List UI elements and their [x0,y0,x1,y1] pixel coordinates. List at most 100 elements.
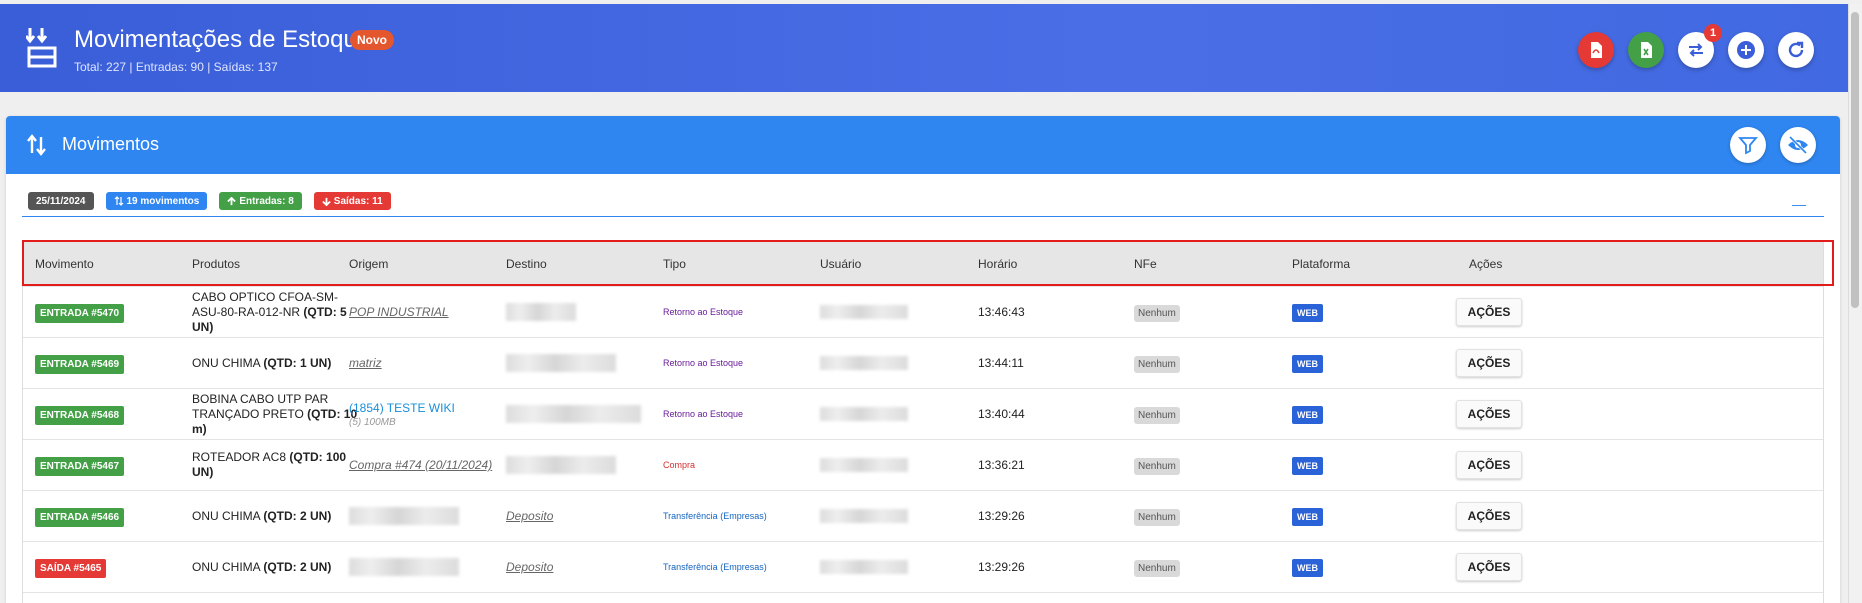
time-cell: 13:29:26 [978,509,1025,523]
excel-icon [1641,42,1652,58]
nfe-badge: Nenhum [1134,560,1180,577]
movements-panel: Movimentos 25/11/2024 19 movimentos Entr… [6,116,1840,603]
product-name: ONU CHIMA [192,559,264,574]
movement-type: Transferência (Empresas) [663,562,767,572]
user-redacted [820,356,908,370]
column-header[interactable]: Usuário [820,257,861,271]
nfe-badge: Nenhum [1134,407,1180,424]
actions-button[interactable]: AÇÕES [1456,451,1522,479]
actions-button[interactable]: AÇÕES [1456,298,1522,326]
actions-button[interactable]: AÇÕES [1456,400,1522,428]
time-cell: 13:46:43 [978,305,1025,319]
stock-movement-icon [26,28,57,68]
add-button[interactable] [1728,32,1764,68]
column-header[interactable]: Movimento [35,257,94,271]
scrollbar[interactable] [1848,4,1862,603]
product-cell: ONU CHIMA (QTD: 2 UN) [192,509,362,524]
table-row[interactable]: ENTRADA #5470 CABO OPTICO CFOA-SM-ASU-80… [23,287,1823,338]
movement-type: Transferência (Empresas) [663,511,767,521]
destination-redacted [506,405,641,423]
column-header[interactable]: Tipo [663,257,686,271]
time-cell: 13:29:26 [978,560,1025,574]
platform-badge: WEB [1292,457,1323,475]
pdf-export-button[interactable] [1578,32,1614,68]
summary-tags: 25/11/2024 19 movimentos Entradas: 8 Saí… [28,192,391,210]
column-header[interactable]: Produtos [192,257,240,271]
table-row[interactable]: ENTRADA #5468 BOBINA CABO UTP PAR TRANÇA… [23,389,1823,440]
excel-export-button[interactable] [1628,32,1664,68]
column-header[interactable]: Horário [978,257,1017,271]
table-row[interactable]: SAÍDA #5465 ONU CHIMA (QTD: 2 UN) Deposi… [23,542,1823,593]
destination-link[interactable]: Deposito [506,560,553,574]
column-header[interactable]: NFe [1134,257,1157,271]
date-tag: 25/11/2024 [28,192,94,210]
time-cell: 13:44:11 [978,356,1024,370]
origin-link[interactable]: (1854) TESTE WIKI [349,401,455,415]
actions-button[interactable]: AÇÕES [1456,553,1522,581]
movement-badge[interactable]: ENTRADA #5467 [35,457,125,476]
plus-circle-icon [1737,41,1755,59]
product-cell: ROTEADOR AC8 (QTD: 100 UN) [192,450,362,480]
movement-badge[interactable]: ENTRADA #5470 [35,304,125,323]
nfe-badge: Nenhum [1134,509,1180,526]
nfe-badge: Nenhum [1134,458,1180,475]
movement-type: Compra [663,460,696,470]
column-header[interactable]: Origem [349,257,388,271]
scrollbar-thumb[interactable] [1851,12,1859,308]
panel-title: Movimentos [62,134,160,154]
table-row[interactable]: ENTRADA #5467 ROTEADOR AC8 (QTD: 100 UN)… [23,440,1823,491]
arrow-up-icon [227,196,237,205]
actions-button[interactable]: AÇÕES [1456,502,1522,530]
filter-button[interactable] [1730,127,1766,163]
nfe-badge: Nenhum [1134,356,1180,373]
origin-link[interactable]: POP INDUSTRIAL [349,305,449,319]
product-cell: BOBINA CABO UTP PAR TRANÇADO PRETO (QTD:… [192,392,362,437]
platform-badge: WEB [1292,508,1323,526]
table-row[interactable]: ENTRADA #5469 ONU CHIMA (QTD: 1 UN) matr… [23,338,1823,389]
table-row[interactable]: ENTRADA #5466 ONU CHIMA (QTD: 2 UN) Depo… [23,491,1823,542]
sort-arrows-icon [114,196,123,206]
platform-badge: WEB [1292,355,1323,373]
page-header: Movimentações de Estoque Novo Total: 227… [0,4,1848,92]
actions-button[interactable]: AÇÕES [1456,349,1522,377]
user-redacted [820,407,908,421]
origin-redacted [349,558,459,576]
new-badge: Novo [350,30,394,50]
product-quantity: (QTD: 1 UN) [263,355,332,370]
refresh-button[interactable] [1778,32,1814,68]
movement-badge[interactable]: ENTRADA #5469 [35,355,125,374]
movements-tag: 19 movimentos [105,192,208,210]
movement-badge[interactable]: ENTRADA #5468 [35,406,125,425]
user-redacted [820,509,908,523]
hide-columns-button[interactable] [1780,127,1816,163]
movement-badge[interactable]: ENTRADA #5466 [35,508,125,527]
column-header[interactable]: Ações [1469,257,1502,271]
collapse-toggle[interactable]: — [1792,196,1806,212]
time-cell: 13:36:21 [978,458,1025,472]
table-header: Movimento Produtos Origem Destino Tipo U… [23,241,1823,287]
movement-badge[interactable]: SAÍDA #5465 [35,559,107,578]
product-quantity: (QTD: 2 UN) [263,559,332,574]
origin-link[interactable]: Compra #474 (20/11/2024) [349,458,492,472]
saidas-tag: Saídas: 11 [313,192,391,210]
column-header[interactable]: Destino [506,257,547,271]
arrow-down-icon [322,197,331,206]
product-quantity: (QTD: 2 UN) [263,508,332,523]
filter-icon [1738,137,1758,155]
user-redacted [820,458,908,472]
origin-redacted [349,507,459,525]
entradas-tag-label: Entradas: 8 [239,195,294,207]
product-cell: ONU CHIMA (QTD: 2 UN) [192,560,362,575]
origin-link[interactable]: matriz [349,356,382,370]
pdf-icon [1591,42,1602,58]
panel-header: Movimentos [6,116,1840,174]
eye-off-icon [1788,135,1808,155]
column-header[interactable]: Plataforma [1292,257,1350,271]
destination-link[interactable]: Deposito [506,509,553,523]
movements-table: Movimento Produtos Origem Destino Tipo U… [22,240,1824,603]
time-cell: 13:40:44 [978,407,1025,421]
movements-tag-label: 19 movimentos [126,195,200,207]
user-redacted [820,560,908,574]
transfer-icon [1689,43,1703,57]
sort-arrows-icon [27,134,46,156]
